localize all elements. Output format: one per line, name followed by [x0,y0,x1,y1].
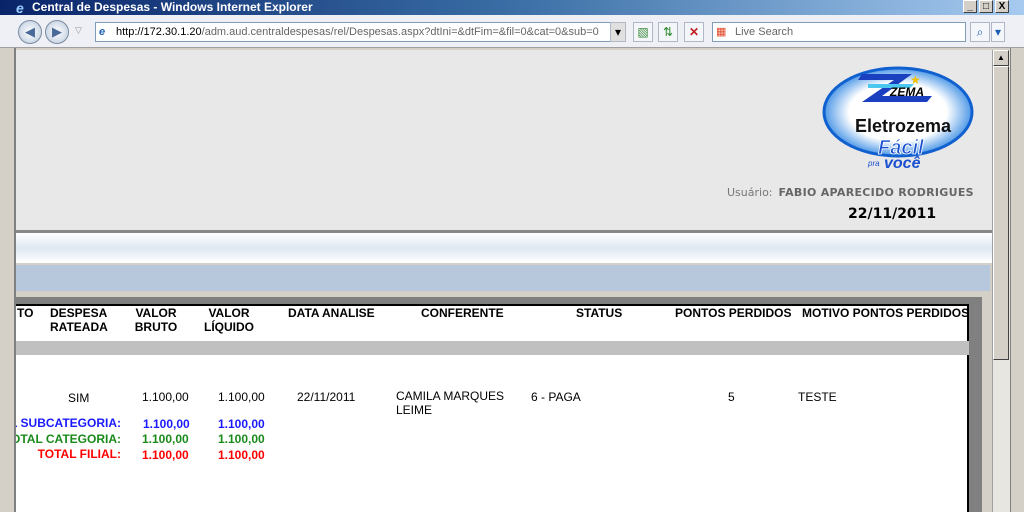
cell-conferente: CAMILA MARQUES LEIME [396,389,504,417]
current-date: 22/11/2011 [848,206,937,222]
refresh-icon[interactable]: ⇅ [658,22,678,42]
address-dropdown-button[interactable]: ▾ [610,22,626,42]
background-window-right [1010,48,1024,512]
svg-text:você: você [884,155,921,170]
filter-band [16,265,990,291]
total-categoria-liquido: 1.100,00 [218,432,265,446]
page-icon: e [99,26,106,38]
search-options-button[interactable]: ▾ [991,22,1005,42]
conferente-line: CAMILA MARQUES [396,389,505,403]
cell-liquido: 1.100,00 [218,390,265,404]
total-subcategoria-liquido: 1.100,00 [218,417,265,431]
header-line: VALOR [135,306,177,320]
left-window-edge [0,400,16,512]
cell-motivo: TESTE [798,390,837,404]
url-host: http://172.30.1.20 [116,26,202,38]
header-line: LÍQUIDO [204,320,254,334]
search-placeholder: Live Search [735,26,794,38]
cell-data-analise: 22/11/2011 [297,390,356,404]
cell-pontos: 5 [728,390,735,404]
ie-icon: e [16,0,24,16]
search-input[interactable]: ▦ Live Search [712,22,966,42]
forward-button[interactable]: ▶ [45,20,69,44]
menu-band [16,233,992,263]
compatibility-icon[interactable]: ▧ [633,22,653,42]
column-header-data-analise: DATA ANALISE [288,306,375,320]
cell-status: 6 - PAGA [531,390,581,404]
svg-text:Eletrozema: Eletrozema [855,116,952,136]
column-header-status: STATUS [576,306,623,320]
scroll-up-button[interactable]: ▲ [993,50,1009,66]
total-subcategoria-label: TOTAL SUBCATEGORIA: [0,416,121,430]
scrollbar-thumb[interactable] [993,66,1009,360]
group-band [16,341,969,355]
cell-bruto: 1.100,00 [142,390,189,404]
header-line: DESPESA [50,306,108,320]
column-header-valor-liquido: VALOR LÍQUIDO [203,306,255,334]
column-header-to: TO [17,306,34,320]
column-header-valor-bruto: VALOR BRUTO [132,306,180,334]
column-header-conferente: CONFERENTE [421,306,504,320]
windows-flag-icon: ▦ [716,26,727,38]
total-filial-liquido: 1.100,00 [218,448,265,462]
total-categoria-bruto: 1.100,00 [142,432,189,446]
total-filial-label: TOTAL FILIAL: [37,447,121,461]
svg-text:ZEMA: ZEMA [889,85,924,99]
address-bar[interactable]: e http://172.30.1.20/adm.aud.centraldespe… [95,22,625,42]
column-header-pontos-perdidos: PONTOS PERDIDOS [675,306,792,320]
stop-icon[interactable]: ✕ [684,22,704,42]
header-line: RATEADA [50,320,108,334]
column-header-despesa-rateada: DESPESA RATEADA [50,306,108,334]
column-header-motivo: MOTIVO PONTOS PERDIDOS [802,306,970,320]
close-button[interactable]: X [995,0,1009,13]
maximize-button[interactable]: □ [979,0,993,13]
user-label: Usuário: [727,186,773,199]
cell-rateada: SIM [68,391,90,405]
svg-text:pra: pra [867,159,880,168]
header-line: VALOR [208,306,250,320]
user-info: Usuário: FABIO APARECIDO RODRIGUES [727,186,974,199]
magnifier-icon[interactable]: ⌕ [970,22,990,42]
url-path: /adm.aud.centraldespesas/rel/Despesas.as… [201,26,599,38]
user-name: FABIO APARECIDO RODRIGUES [778,186,974,199]
minimize-button[interactable]: _ [963,0,977,13]
total-subcategoria-bruto: 1.100,00 [143,417,190,431]
eletrozema-logo: ZEMA ★ Eletrozema Fácil pra você [822,66,974,170]
window-title-bar: Central de Despesas - Windows Internet E… [0,0,1024,15]
header-line: BRUTO [134,320,178,334]
total-filial-bruto: 1.100,00 [142,448,189,462]
conferente-line: LEIME [396,403,433,417]
back-button[interactable]: ◀ [18,20,42,44]
window-title: Central de Despesas - Windows Internet E… [32,0,313,14]
svg-text:★: ★ [910,73,921,87]
history-dropdown-icon[interactable]: ▽ [75,25,82,36]
total-categoria-label: TOTAL CATEGORIA: [3,432,121,446]
